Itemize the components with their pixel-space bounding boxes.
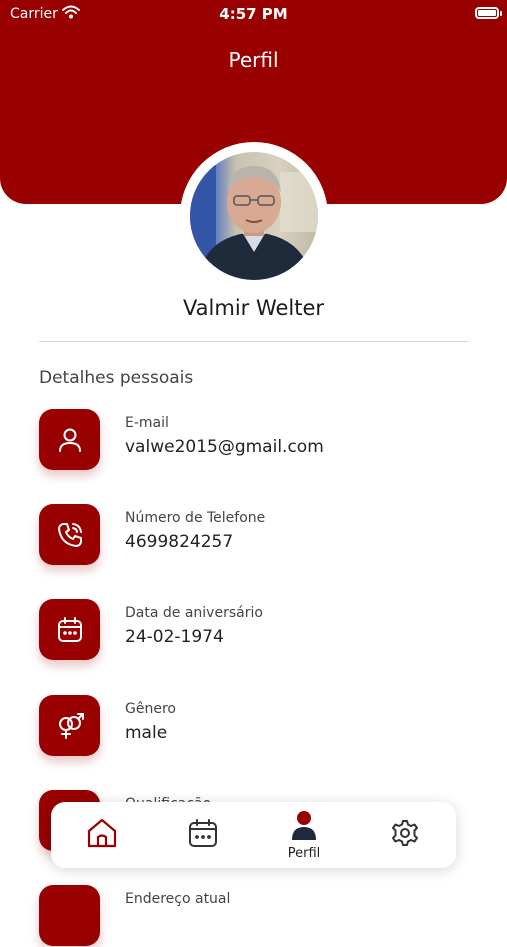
avatar[interactable] xyxy=(190,152,318,280)
calendar-icon xyxy=(39,599,100,660)
address-icon xyxy=(39,885,100,946)
home-icon xyxy=(85,816,119,854)
nav-home-button[interactable] xyxy=(52,802,152,868)
detail-value: 24-02-1974 xyxy=(125,627,224,647)
detail-label: Data de aniversário xyxy=(125,605,263,621)
gender-icon xyxy=(39,695,100,756)
detail-email: E-mail valwe2015@gmail.com xyxy=(39,409,479,471)
detail-label: Gênero xyxy=(125,701,176,717)
divider xyxy=(39,341,469,342)
nav-calendar-button[interactable] xyxy=(153,802,253,868)
status-bar: Carrier 4:57 PM xyxy=(0,0,507,30)
detail-value: valwe2015@gmail.com xyxy=(125,437,324,457)
gear-icon xyxy=(390,818,420,852)
detail-phone: Número de Telefone 4699824257 xyxy=(39,504,479,566)
nav-profile-label: Perfil xyxy=(287,845,321,861)
detail-birthday: Data de aniversário 24-02-1974 xyxy=(39,599,479,661)
battery-icon xyxy=(475,7,502,19)
detail-gender: Gênero male xyxy=(39,695,479,757)
detail-label: Endereço atual xyxy=(125,891,231,907)
status-time: 4:57 PM xyxy=(219,5,288,23)
detail-address: Endereço atual xyxy=(39,885,479,947)
detail-label: Número de Telefone xyxy=(125,510,266,526)
person-icon xyxy=(39,409,100,470)
nav-settings-button[interactable] xyxy=(355,802,455,868)
page-title: Perfil xyxy=(228,48,279,72)
person-icon xyxy=(291,810,317,844)
nav-profile-button[interactable]: Perfil xyxy=(254,802,354,868)
section-title: Detalhes pessoais xyxy=(39,368,194,388)
phone-icon xyxy=(39,504,100,565)
profile-name: Valmir Welter xyxy=(182,296,325,320)
detail-value: male xyxy=(125,723,168,743)
detail-value: 4699824257 xyxy=(125,532,234,552)
detail-label: E-mail xyxy=(125,415,169,431)
calendar-icon xyxy=(187,817,219,853)
bottom-nav: Perfil xyxy=(51,802,456,868)
avatar-ring xyxy=(180,142,328,290)
